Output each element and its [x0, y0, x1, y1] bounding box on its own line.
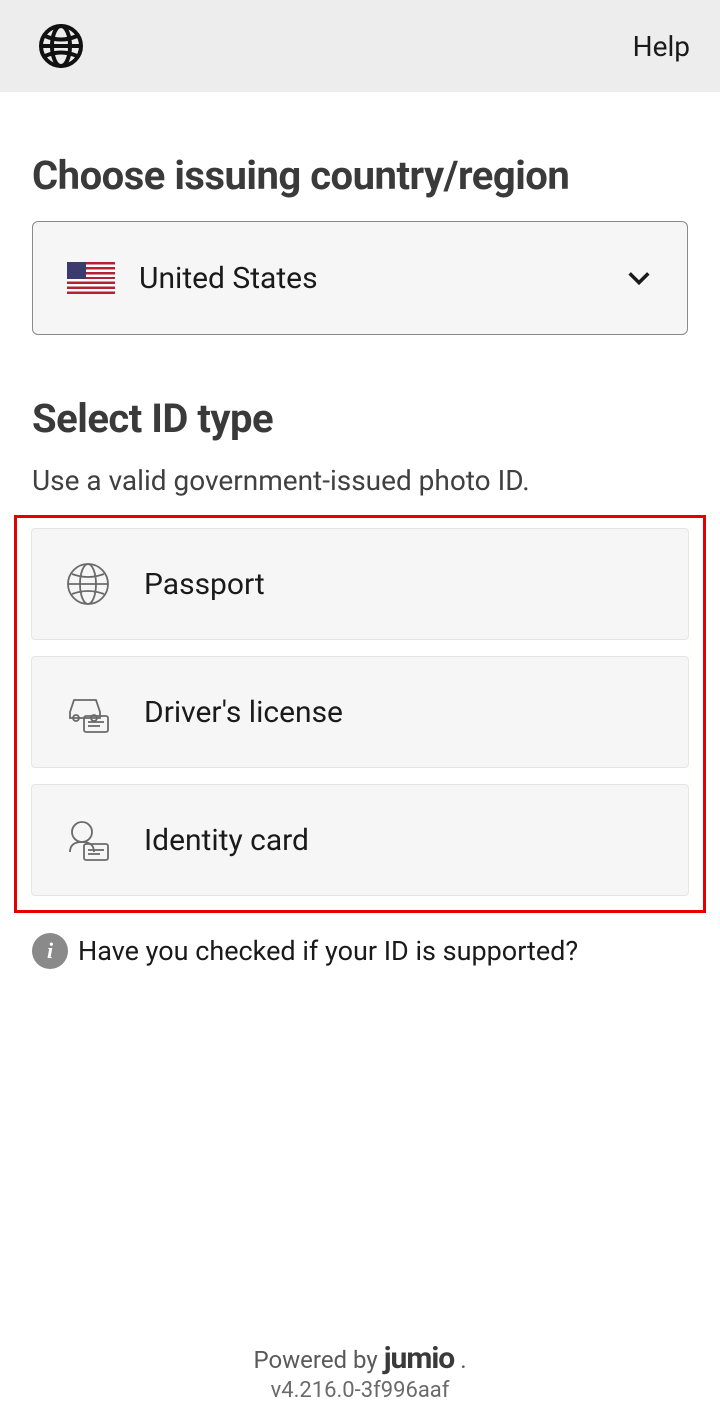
id-type-group: Passport Driver's license [14, 515, 706, 913]
info-text: Have you checked if your ID is supported… [78, 935, 578, 967]
id-section-subtitle: Use a valid government-issued photo ID. [32, 464, 688, 497]
country-selector[interactable]: United States [32, 221, 688, 335]
passport-icon [62, 558, 114, 610]
help-link[interactable]: Help [633, 30, 690, 63]
identity-card-icon [62, 814, 114, 866]
globe-icon[interactable] [38, 23, 84, 69]
id-section-title: Select ID type [32, 395, 688, 442]
main-content: Choose issuing country/region United Sta… [0, 92, 720, 1341]
info-row[interactable]: i Have you checked if your ID is support… [32, 933, 688, 969]
brand-label: jumio [384, 1341, 454, 1376]
powered-by-label: Powered by [253, 1346, 377, 1374]
info-icon: i [32, 933, 68, 969]
chevron-down-icon [625, 264, 653, 292]
id-option-label: Driver's license [144, 695, 343, 730]
id-option-label: Passport [144, 567, 265, 602]
id-option-identity-card[interactable]: Identity card [31, 784, 689, 896]
id-option-drivers-license[interactable]: Driver's license [31, 656, 689, 768]
footer: Powered by jumio . v4.216.0-3f996aaf [0, 1341, 720, 1421]
drivers-license-icon [62, 686, 114, 738]
country-section-title: Choose issuing country/region [32, 152, 688, 199]
header: Help [0, 0, 720, 92]
selected-country-label: United States [139, 261, 625, 296]
id-option-passport[interactable]: Passport [31, 528, 689, 640]
version-label: v4.216.0-3f996aaf [0, 1378, 720, 1403]
flag-us-icon [67, 262, 115, 294]
id-option-label: Identity card [144, 823, 309, 858]
